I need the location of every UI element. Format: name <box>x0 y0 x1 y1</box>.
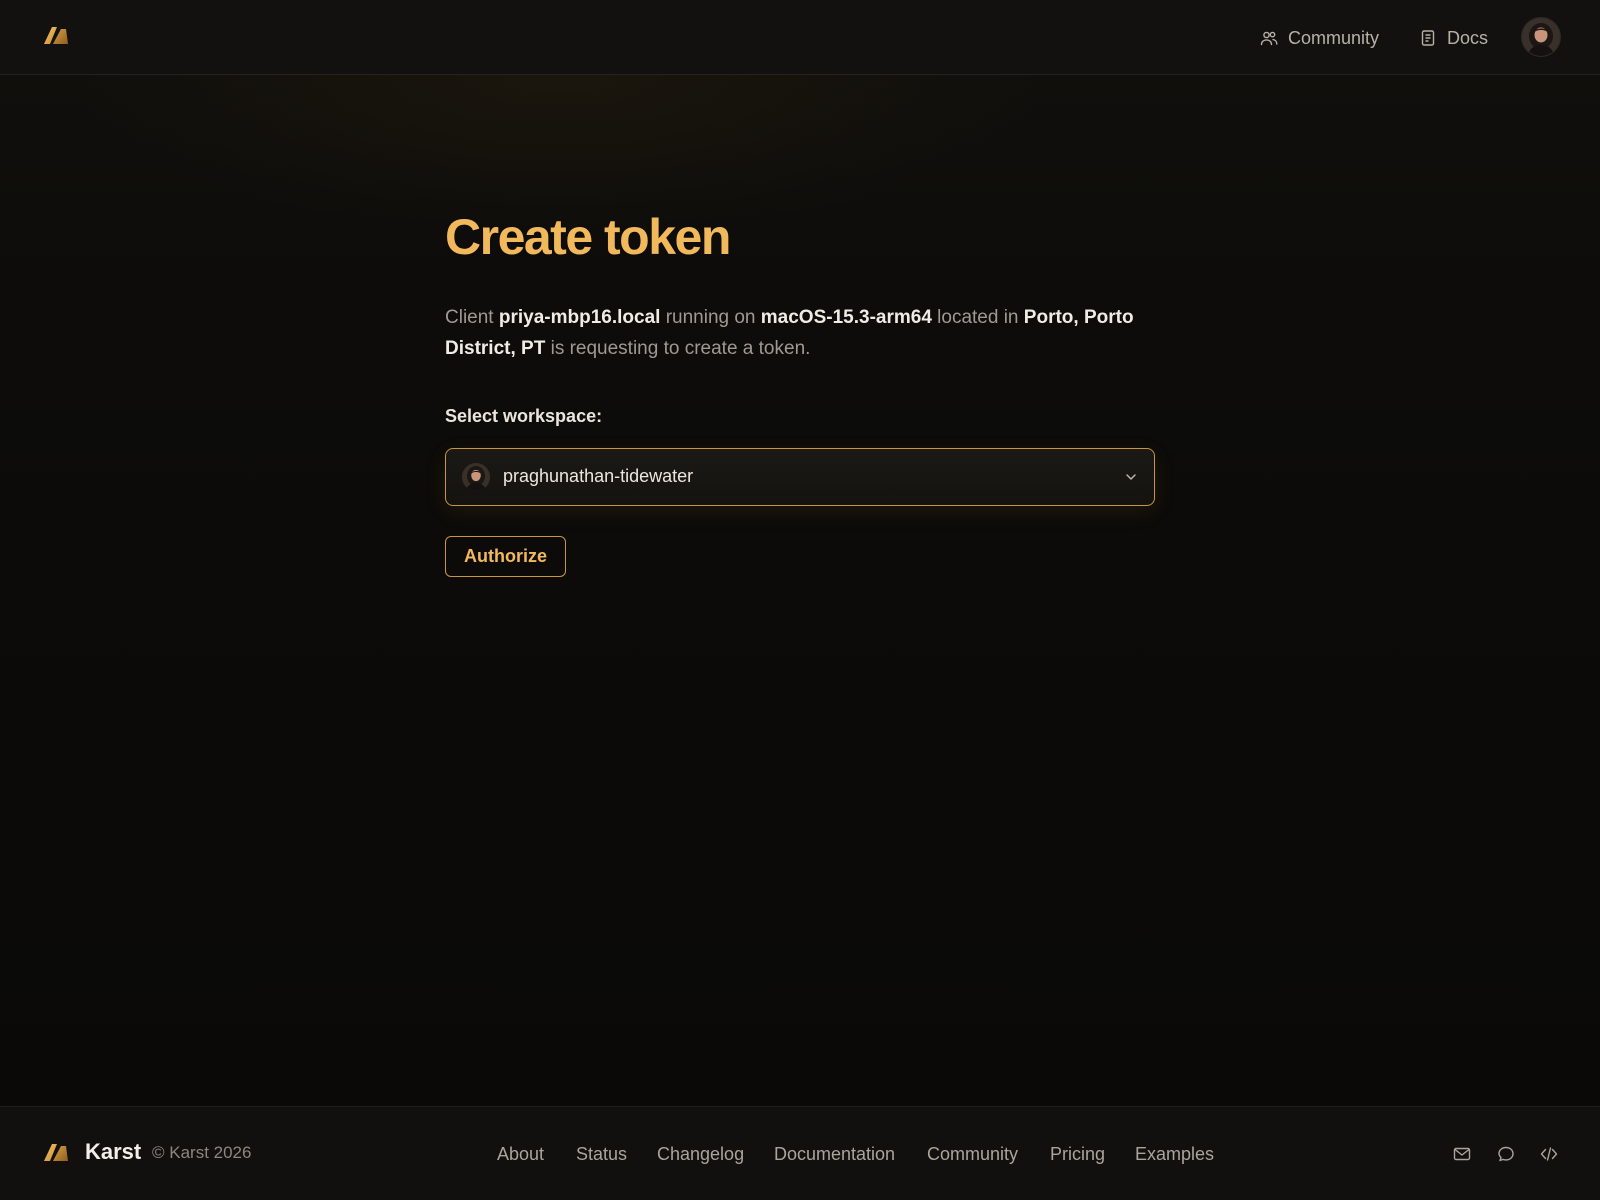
footer-link-about[interactable]: About <box>497 1144 544 1165</box>
code-icon[interactable] <box>1540 1145 1558 1163</box>
desc-located-in: located in <box>931 307 1024 328</box>
workspace-avatar-icon <box>462 463 490 491</box>
nav-docs-link[interactable]: Docs <box>1419 25 1488 51</box>
workspace-select[interactable]: praghunathan-tidewater <box>445 448 1155 506</box>
user-avatar[interactable] <box>1522 18 1560 56</box>
footer-link-examples[interactable]: Examples <box>1135 1144 1214 1165</box>
client-os: macOS-15.3-arm64 <box>760 307 932 328</box>
footer-nav: About Status Changelog Documentation Com… <box>0 1144 1600 1166</box>
chevron-down-icon <box>1126 474 1136 480</box>
people-icon <box>1260 31 1278 46</box>
footer-link-pricing[interactable]: Pricing <box>1050 1144 1105 1165</box>
footer-link-documentation[interactable]: Documentation <box>774 1144 895 1165</box>
karst-logo-icon[interactable] <box>44 26 70 45</box>
client-name: priya-mbp16.local <box>498 307 661 328</box>
top-header: Community Docs <box>0 0 1600 75</box>
nav-community-label: Community <box>1288 27 1380 48</box>
avatar-portrait-icon <box>1522 18 1560 56</box>
select-workspace-label: Select workspace: <box>445 406 603 426</box>
footer-link-changelog[interactable]: Changelog <box>657 1144 744 1165</box>
desc-suffix: is requesting to create a token. <box>545 338 811 359</box>
request-description: Client priya-mbp16.local running on macO… <box>445 302 1145 364</box>
footer-link-status[interactable]: Status <box>576 1144 627 1165</box>
chat-icon[interactable] <box>1497 1145 1515 1163</box>
desc-prefix: Client <box>445 307 499 328</box>
nav-community-link[interactable]: Community <box>1260 25 1379 51</box>
footer-link-community[interactable]: Community <box>927 1144 1018 1165</box>
nav-docs-label: Docs <box>1447 27 1489 48</box>
desc-running-on: running on <box>660 307 761 328</box>
page-footer: Karst © Karst 2026 About Status Changelo… <box>0 1106 1600 1200</box>
mail-icon[interactable] <box>1453 1145 1471 1163</box>
page-title: Create token <box>445 209 731 265</box>
authorize-button[interactable]: Authorize <box>445 536 566 577</box>
workspace-selected-value: praghunathan-tidewater <box>503 466 694 486</box>
workspace-avatar <box>462 463 490 491</box>
document-icon <box>1421 30 1435 46</box>
